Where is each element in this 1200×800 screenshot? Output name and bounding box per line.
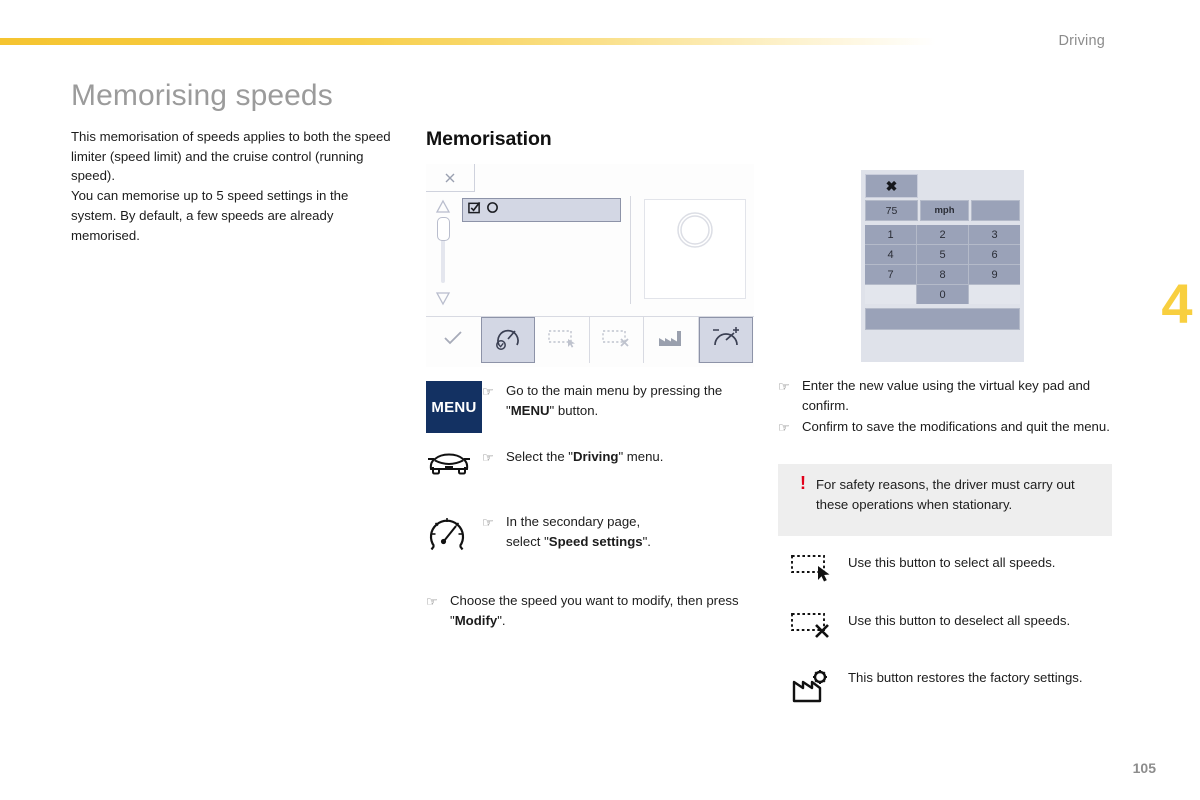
keypad-key[interactable]: 0 bbox=[917, 285, 968, 304]
hmi-body bbox=[426, 195, 754, 307]
step-text: Select the "Driving" menu. bbox=[506, 449, 664, 464]
hmi-factory-settings-button[interactable] bbox=[644, 317, 699, 363]
confirm-check-icon bbox=[442, 329, 464, 352]
select-all-speeds-icon bbox=[790, 555, 834, 587]
deselect-all-icon-slot bbox=[790, 611, 848, 646]
legend-deselect-all-speeds: Use this button to deselect all speeds. bbox=[790, 611, 1110, 646]
speedometer-icon bbox=[426, 512, 472, 559]
page-number: 105 bbox=[1132, 760, 1156, 776]
keypad-close-button[interactable]: ✖ bbox=[865, 174, 918, 198]
hmi-close-tab[interactable] bbox=[426, 164, 475, 192]
keypad-key[interactable]: 8 bbox=[917, 265, 968, 284]
triangle-up-icon[interactable] bbox=[435, 199, 451, 214]
intro-text: This memorisation of speeds applies to b… bbox=[71, 127, 391, 245]
triangle-down-icon[interactable] bbox=[435, 291, 451, 306]
keypad-key[interactable]: 7 bbox=[865, 265, 916, 284]
edit-checkbox-icon bbox=[468, 201, 481, 219]
chapter-number-tab: 4 bbox=[1161, 272, 1193, 335]
keypad-key-empty bbox=[865, 285, 916, 304]
step-confirm-save: ☞ Confirm to save the modifications and … bbox=[778, 417, 1118, 437]
hmi-divider bbox=[630, 196, 631, 304]
hmi-scrollbar[interactable] bbox=[432, 199, 454, 306]
warning-exclamation-icon: ! bbox=[800, 473, 806, 493]
factory-settings-icon bbox=[790, 670, 834, 710]
keypad-top-blank bbox=[918, 174, 1020, 198]
step-text: Enter the new value using the virtual ke… bbox=[802, 378, 1091, 413]
virtual-keypad-illustration: ✖ 75 mph 1 2 3 4 5 6 7 8 9 0 bbox=[861, 170, 1024, 362]
step-select-speed-settings: ☞ In the secondary page, select "Speed se… bbox=[426, 512, 756, 559]
menu-button[interactable]: MENU bbox=[426, 381, 482, 433]
car-front-icon bbox=[426, 447, 472, 482]
step-select-driving-menu: ☞ Select the "Driving" menu. bbox=[426, 447, 756, 482]
circle-icon bbox=[486, 201, 499, 219]
step-text: Go to the main menu by pressing the "MEN… bbox=[506, 383, 723, 418]
keypad-key[interactable]: 5 bbox=[917, 245, 968, 264]
select-all-speeds-icon bbox=[547, 328, 577, 353]
car-icon-slot bbox=[426, 447, 482, 482]
keypad-key[interactable]: 4 bbox=[865, 245, 916, 264]
pointer-icon: ☞ bbox=[482, 384, 494, 399]
intro-paragraph-1: This memorisation of speeds applies to b… bbox=[71, 129, 391, 184]
step-choose-speed-modify: ☞ Choose the speed you want to modify, t… bbox=[426, 591, 762, 630]
safety-warning-box: ! For safety reasons, the driver must ca… bbox=[778, 464, 1112, 536]
keypad-unit-label: mph bbox=[920, 200, 969, 221]
menu-button-icon-slot: MENU bbox=[426, 381, 482, 433]
factory-settings-icon-slot bbox=[790, 668, 848, 711]
step-go-to-main-menu: MENU ☞ Go to the main menu by pressing t… bbox=[426, 381, 756, 433]
legend-factory-settings: This button restores the factory setting… bbox=[790, 668, 1110, 711]
hmi-select-all-button[interactable] bbox=[535, 317, 590, 363]
hmi-deselect-all-button[interactable] bbox=[589, 317, 644, 363]
step-text: Confirm to save the modifications and qu… bbox=[802, 419, 1110, 434]
legend-text: This button restores the factory setting… bbox=[848, 670, 1083, 685]
legend-text: Use this button to select all speeds. bbox=[848, 555, 1056, 570]
close-icon bbox=[442, 170, 458, 186]
keypad-top-row: ✖ bbox=[865, 174, 1020, 198]
list-item[interactable] bbox=[462, 198, 621, 222]
step-enter-new-value: ☞ Enter the new value using the virtual … bbox=[778, 376, 1118, 415]
factory-settings-icon bbox=[656, 328, 686, 353]
warning-text: For safety reasons, the driver must carr… bbox=[816, 477, 1075, 512]
pointer-icon: ☞ bbox=[482, 450, 494, 465]
deselect-all-speeds-icon bbox=[790, 613, 834, 645]
hmi-speed-settings-button[interactable] bbox=[480, 317, 535, 363]
keypad-key[interactable]: 3 bbox=[969, 225, 1020, 244]
legend-select-all-speeds: Use this button to select all speeds. bbox=[790, 553, 1120, 588]
hmi-screen-illustration bbox=[426, 164, 754, 367]
intro-paragraph-2: You can memorise up to 5 speed settings … bbox=[71, 188, 349, 243]
keypad-key[interactable]: 2 bbox=[917, 225, 968, 244]
header-section-label: Driving bbox=[1058, 33, 1105, 49]
keypad-value-row: 75 mph bbox=[865, 200, 1020, 221]
keypad-key[interactable]: 6 bbox=[969, 245, 1020, 264]
pointer-icon: ☞ bbox=[482, 515, 494, 530]
pointer-icon: ☞ bbox=[778, 420, 790, 435]
speedometer-icon-slot bbox=[426, 512, 482, 559]
legend-text: Use this button to deselect all speeds. bbox=[848, 613, 1071, 628]
hmi-toolbar bbox=[426, 316, 754, 363]
step-text: In the secondary page, select "Speed sett… bbox=[506, 514, 651, 549]
pointer-icon: ☞ bbox=[778, 379, 790, 394]
keypad-key-grid: 1 2 3 4 5 6 7 8 9 0 bbox=[865, 225, 1020, 304]
speed-settings-icon bbox=[492, 323, 524, 358]
hmi-preview-panel bbox=[644, 199, 746, 299]
adjust-speed-icon bbox=[710, 324, 742, 357]
keypad-key[interactable]: 9 bbox=[969, 265, 1020, 284]
keypad-key-empty bbox=[969, 285, 1020, 304]
keypad-value-display: 75 bbox=[865, 200, 918, 221]
page-title: Memorising speeds bbox=[71, 79, 333, 112]
section-title: Memorisation bbox=[426, 128, 552, 150]
hmi-speed-list bbox=[462, 195, 621, 307]
pointer-icon: ☞ bbox=[426, 594, 438, 609]
scrollbar-thumb[interactable] bbox=[436, 217, 450, 241]
hmi-adjust-speed-button[interactable] bbox=[698, 317, 753, 363]
keypad-value-blank bbox=[971, 200, 1020, 221]
hmi-confirm-button[interactable] bbox=[426, 317, 481, 363]
select-all-icon-slot bbox=[790, 553, 848, 588]
header-accent-rule bbox=[0, 38, 1200, 45]
keypad-footer-bar bbox=[865, 308, 1020, 330]
deselect-all-speeds-icon bbox=[601, 328, 631, 353]
hmi-tabbar bbox=[426, 164, 754, 192]
keypad-key[interactable]: 1 bbox=[865, 225, 916, 244]
circle-gauge-icon bbox=[673, 208, 717, 257]
step-text: Choose the speed you want to modify, the… bbox=[450, 593, 739, 628]
